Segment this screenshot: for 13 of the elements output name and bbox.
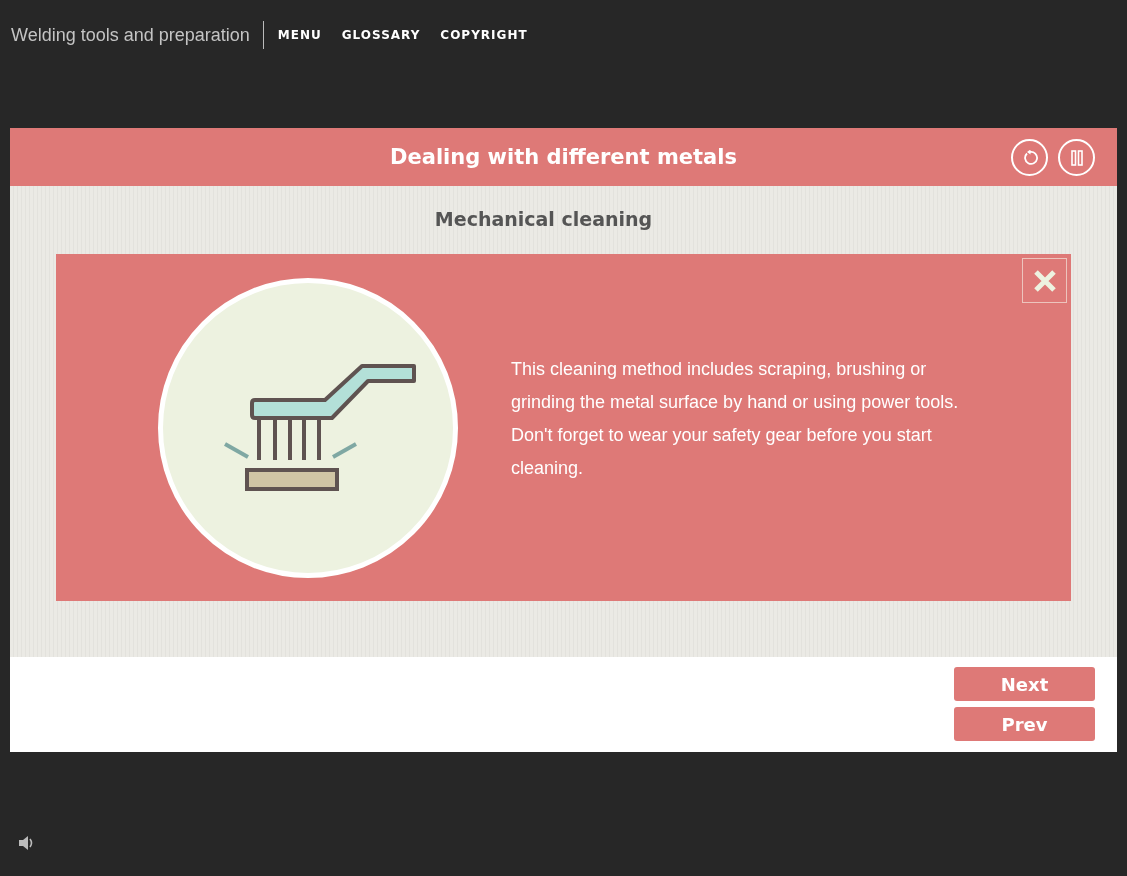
close-icon xyxy=(1032,268,1057,293)
close-button[interactable] xyxy=(1022,258,1067,303)
pause-icon xyxy=(1070,149,1083,166)
course-title: Welding tools and preparation xyxy=(11,24,250,46)
pause-button[interactable] xyxy=(1058,139,1095,176)
slide-title: Dealing with different metals xyxy=(390,145,737,169)
popup-text: This cleaning method includes scraping, brushing or grinding the metal surface by hand or using power tools. Don't forget to wear your safety gear before you start cleaning. xyxy=(511,357,960,480)
nav-link[interactable]: MENU xyxy=(277,28,322,42)
replay-button[interactable] xyxy=(1011,139,1048,176)
replay-icon xyxy=(1021,149,1038,166)
nav-link[interactable]: GLOSSARY xyxy=(341,28,421,42)
slide-subtitle: Mechanical cleaning xyxy=(433,208,654,230)
nav-link[interactable]: COPYRIGHT xyxy=(440,28,528,42)
